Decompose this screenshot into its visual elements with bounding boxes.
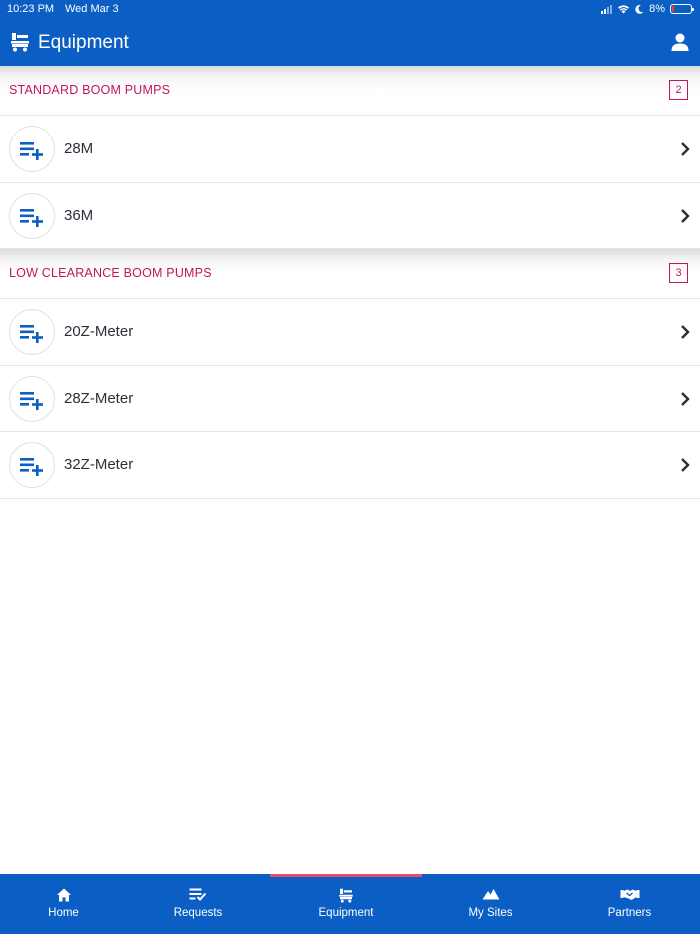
list-item[interactable]: 36M: [0, 182, 700, 249]
add-to-list-icon: [9, 192, 55, 239]
requests-icon: [189, 888, 207, 901]
list-item-label: 36M: [64, 206, 94, 224]
chevron-right-icon: [681, 325, 690, 339]
tab-label: Requests: [173, 907, 223, 919]
list-item-label: 28Z-Meter: [64, 389, 134, 407]
tab-label: My Sites: [468, 907, 513, 919]
section-header-standard: STANDARD BOOM PUMPS 2: [0, 66, 700, 116]
person-icon[interactable]: [670, 32, 690, 52]
tab-my-sites[interactable]: My Sites: [422, 874, 559, 934]
section-header-low-clearance: LOW CLEARANCE BOOM PUMPS 3: [0, 249, 700, 299]
tab-label: Equipment: [318, 907, 374, 919]
tab-home[interactable]: Home: [0, 874, 127, 934]
status-date: Wed Mar 3: [65, 3, 119, 15]
battery-icon: [670, 4, 694, 14]
tab-label: Partners: [607, 907, 652, 919]
list-item-label: 20Z-Meter: [64, 323, 134, 340]
list-item[interactable]: 28M: [0, 116, 700, 183]
wifi-icon: [618, 5, 630, 14]
list-item[interactable]: 32Z-Meter: [0, 432, 700, 499]
home-icon: [56, 888, 71, 902]
chevron-right-icon: [681, 142, 690, 156]
equipment-list: STANDARD BOOM PUMPS 2 28M 36M LOW CLEARA…: [0, 66, 700, 499]
handshake-icon: [620, 889, 639, 900]
section-title: LOW CLEARANCE BOOM PUMPS: [9, 266, 212, 280]
add-to-list-icon: [9, 309, 55, 355]
cellular-signal-icon: [601, 4, 613, 14]
chevron-right-icon: [681, 391, 690, 406]
list-item[interactable]: 20Z-Meter: [0, 299, 700, 366]
tab-bar: Home Requests Equipment My Sites Partner…: [0, 874, 700, 934]
add-to-list-icon: [9, 126, 55, 172]
tab-equipment[interactable]: Equipment: [270, 874, 422, 934]
list-item[interactable]: 28Z-Meter: [0, 365, 700, 432]
moon-icon: [635, 4, 644, 14]
navigation-bar: Equipment: [0, 20, 700, 66]
tab-partners[interactable]: Partners: [559, 874, 700, 934]
mountain-icon: [482, 889, 499, 900]
section-count-badge: 3: [669, 263, 688, 283]
status-time: 10:23 PM: [7, 3, 55, 15]
battery-percent: 8%: [649, 3, 665, 15]
section-title: STANDARD BOOM PUMPS: [9, 83, 171, 97]
chevron-right-icon: [681, 458, 690, 472]
list-item-label: 32Z-Meter: [64, 456, 134, 473]
list-item-label: 28M: [64, 140, 94, 157]
equipment-icon: [11, 33, 29, 52]
status-bar: 10:23 PM Wed Mar 3 8%: [0, 0, 700, 20]
tab-label: Home: [48, 907, 79, 919]
section-count-badge: 2: [669, 80, 688, 100]
add-to-list-icon: [9, 442, 55, 488]
tab-requests[interactable]: Requests: [127, 874, 269, 934]
add-to-list-icon: [9, 375, 55, 422]
chevron-right-icon: [681, 208, 690, 223]
page-title: Equipment: [38, 32, 129, 53]
equipment-icon: [339, 888, 353, 903]
